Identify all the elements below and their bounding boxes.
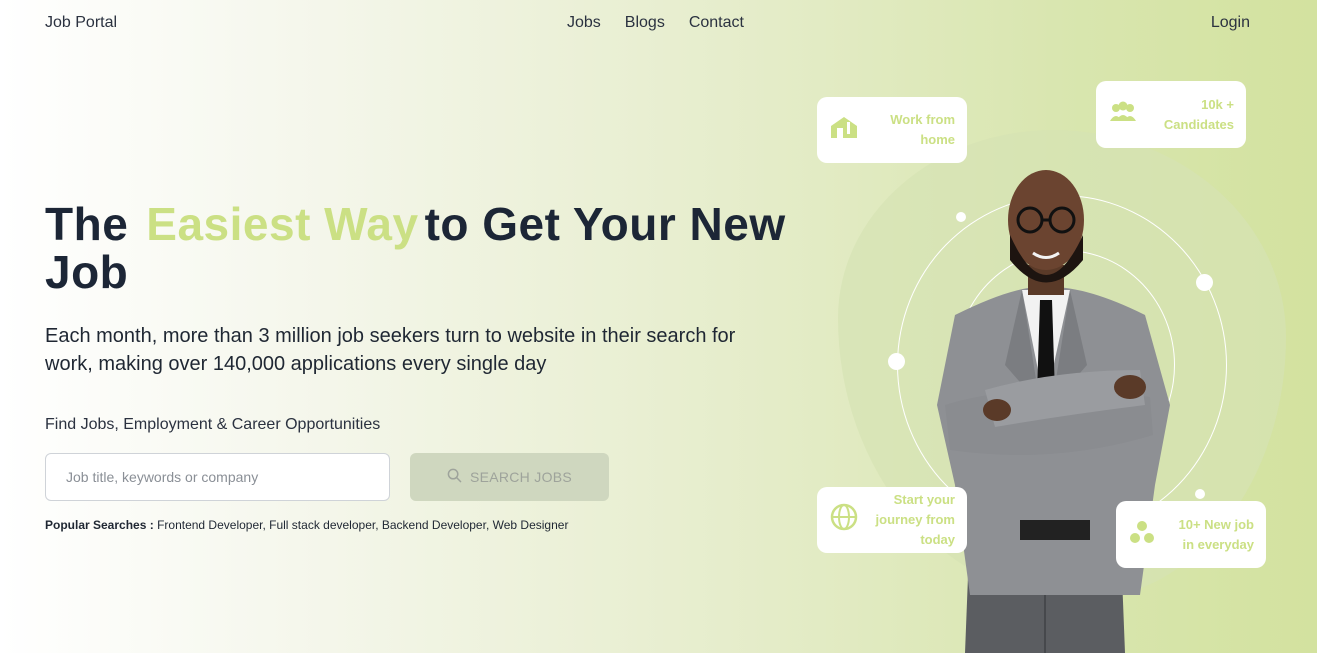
card-text: 10+ New job in everyday — [1178, 516, 1255, 552]
find-jobs-label: Find Jobs, Employment & Career Opportuni… — [45, 416, 381, 433]
orbit-dot — [1196, 274, 1213, 291]
popular-search-item[interactable]: Web Designer — [493, 518, 569, 532]
card-candidates: 10k + Candidates — [1096, 81, 1246, 148]
popular-searches: Popular Searches : Frontend Developer, F… — [45, 518, 569, 532]
house-icon — [829, 114, 859, 146]
search-jobs-button[interactable]: SEARCH JOBS — [410, 453, 609, 501]
job-search-input[interactable] — [45, 453, 390, 501]
hero-subtitle: Each month, more than 3 million job seek… — [45, 325, 736, 375]
circles-icon — [1128, 519, 1156, 551]
card-start-journey: Start your journey from today — [817, 487, 967, 553]
people-icon — [1108, 101, 1138, 129]
search-button-label: SEARCH JOBS — [469, 469, 573, 485]
orbit-dot — [1195, 489, 1205, 499]
globe-icon — [829, 502, 859, 538]
search-icon — [447, 468, 462, 486]
card-text: 10k + Candidates — [1163, 96, 1234, 132]
nav-link-jobs[interactable]: Jobs — [567, 14, 601, 32]
popular-searches-label: Popular Searches : — [45, 518, 154, 532]
popular-search-item[interactable]: Backend Developer — [382, 518, 486, 532]
headline-start: The — [45, 198, 129, 250]
card-new-jobs: 10+ New job in everyday — [1116, 501, 1266, 568]
login-link[interactable]: Login — [1211, 14, 1250, 32]
nav-links: Jobs Blogs Contact — [567, 14, 744, 32]
businessman-image — [937, 170, 1170, 653]
popular-search-item[interactable]: Frontend Developer — [157, 518, 262, 532]
hero-headline: The Easiest Way to Get Your New Job — [45, 200, 805, 296]
nav-link-contact[interactable]: Contact — [689, 14, 744, 32]
navbar: Job Portal Jobs Blogs Contact Login — [0, 0, 1317, 48]
card-work-from-home: Work from home — [817, 97, 967, 163]
card-text: Start your journey from today — [875, 492, 955, 547]
card-text: Work from home — [890, 112, 955, 147]
orbit-dot — [888, 353, 905, 370]
popular-search-item[interactable]: Full stack developer — [269, 518, 375, 532]
headline-accent: Easiest Way — [146, 198, 419, 250]
brand-logo[interactable]: Job Portal — [45, 14, 117, 32]
nav-link-blogs[interactable]: Blogs — [625, 14, 665, 32]
